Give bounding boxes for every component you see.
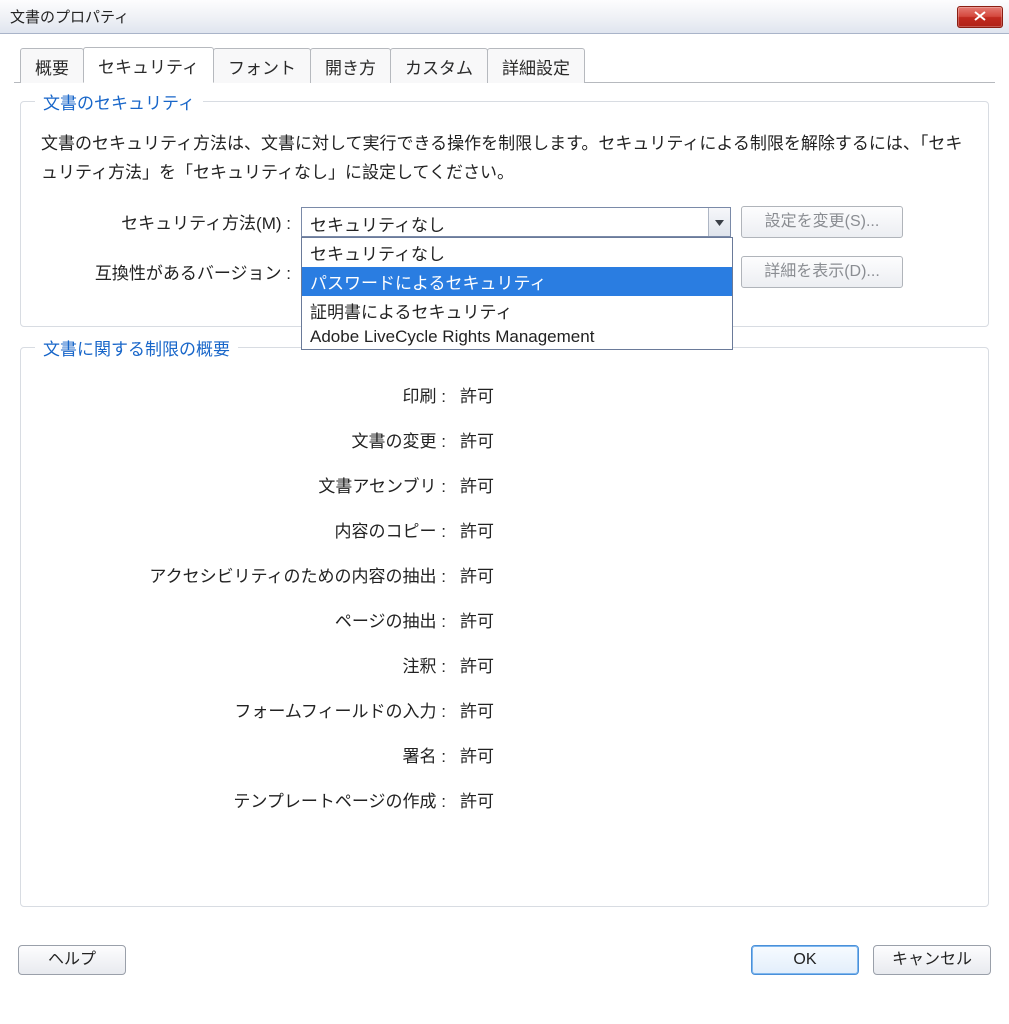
chevron-down-icon	[715, 213, 724, 231]
restriction-row: テンプレートページの作成 :許可	[41, 787, 968, 812]
group-legend-restrictions: 文書に関する制限の概要	[35, 335, 238, 360]
security-method-label: セキュリティ方法(M) :	[41, 209, 291, 234]
restriction-label: フォームフィールドの入力 :	[41, 697, 446, 722]
ok-button[interactable]: OK	[751, 945, 859, 975]
restriction-value: 許可	[446, 742, 494, 767]
restriction-value: 許可	[446, 652, 494, 677]
tab-font[interactable]: フォント	[213, 48, 311, 83]
restriction-row: 署名 :許可	[41, 742, 968, 767]
restriction-row: 注釈 :許可	[41, 652, 968, 677]
restriction-label: ページの抽出 :	[41, 607, 446, 632]
restriction-row: 文書の変更 :許可	[41, 427, 968, 452]
window-title: 文書のプロパティ	[10, 6, 129, 27]
restriction-value: 許可	[446, 427, 494, 452]
tab-custom[interactable]: カスタム	[390, 48, 488, 83]
restriction-row: ページの抽出 :許可	[41, 607, 968, 632]
restrictions-summary-group: 文書に関する制限の概要 印刷 :許可文書の変更 :許可文書アセンブリ :許可内容…	[20, 347, 989, 907]
show-details-button: 詳細を表示(D)...	[741, 256, 903, 288]
restriction-label: 文書アセンブリ :	[41, 472, 446, 497]
restriction-row: 印刷 :許可	[41, 382, 968, 407]
tab-security[interactable]: セキュリティ	[83, 47, 214, 83]
security-method-dropdown: セキュリティなし パスワードによるセキュリティ 証明書によるセキュリティ Ado…	[301, 237, 733, 350]
restriction-value: 許可	[446, 472, 494, 497]
restriction-row: 文書アセンブリ :許可	[41, 472, 968, 497]
restriction-label: 文書の変更 :	[41, 427, 446, 452]
help-button[interactable]: ヘルプ	[18, 945, 126, 975]
change-settings-button: 設定を変更(S)...	[741, 206, 903, 238]
restriction-value: 許可	[446, 607, 494, 632]
tab-bar: 概要 セキュリティ フォント 開き方 カスタム 詳細設定	[20, 46, 995, 82]
close-icon	[973, 8, 987, 26]
restriction-label: 内容のコピー :	[41, 517, 446, 542]
title-bar: 文書のプロパティ	[0, 0, 1009, 34]
restriction-value: 許可	[446, 382, 494, 407]
restriction-label: 注釈 :	[41, 652, 446, 677]
restriction-value: 許可	[446, 517, 494, 542]
tab-summary[interactable]: 概要	[20, 48, 84, 83]
cancel-button[interactable]: キャンセル	[873, 945, 991, 975]
restriction-label: 印刷 :	[41, 382, 446, 407]
restriction-label: アクセシビリティのための内容の抽出 :	[41, 562, 446, 587]
group-legend-security: 文書のセキュリティ	[35, 89, 203, 114]
option-no-security[interactable]: セキュリティなし	[302, 238, 732, 267]
restriction-row: 内容のコピー :許可	[41, 517, 968, 542]
option-certificate-security[interactable]: 証明書によるセキュリティ	[302, 296, 732, 325]
tab-initial-view[interactable]: 開き方	[310, 48, 391, 83]
option-livecycle[interactable]: Adobe LiveCycle Rights Management	[302, 325, 732, 349]
close-button[interactable]	[957, 6, 1003, 28]
restriction-row: アクセシビリティのための内容の抽出 :許可	[41, 562, 968, 587]
compat-version-label: 互換性があるバージョン :	[41, 259, 291, 284]
restriction-value: 許可	[446, 787, 494, 812]
restriction-value: 許可	[446, 697, 494, 722]
document-security-group: 文書のセキュリティ 文書のセキュリティ方法は、文書に対して実行できる操作を制限し…	[20, 101, 989, 327]
tab-advanced[interactable]: 詳細設定	[487, 48, 585, 83]
security-method-combobox[interactable]: セキュリティなし セキュリティなし パスワードによるセキュリティ 証明書によるセ…	[301, 207, 731, 237]
restriction-label: 署名 :	[41, 742, 446, 767]
restriction-value: 許可	[446, 562, 494, 587]
restriction-row: フォームフィールドの入力 :許可	[41, 697, 968, 722]
restriction-label: テンプレートページの作成 :	[41, 787, 446, 812]
option-password-security[interactable]: パスワードによるセキュリティ	[302, 267, 732, 296]
security-method-value: セキュリティなし	[302, 208, 730, 239]
combobox-arrow[interactable]	[708, 208, 730, 236]
security-description: 文書のセキュリティ方法は、文書に対して実行できる操作を制限します。セキュリティに…	[41, 130, 968, 188]
